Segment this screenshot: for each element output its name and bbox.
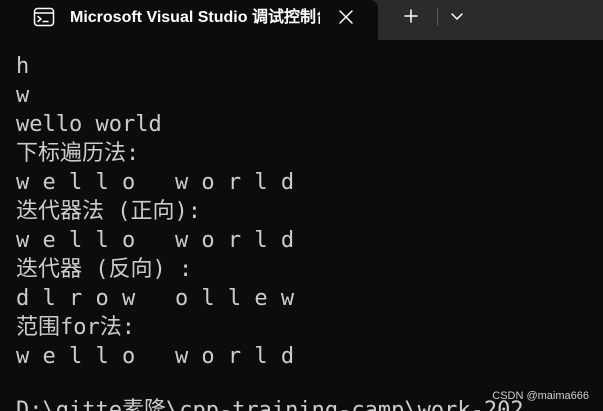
console-line: 范围for法:	[16, 315, 135, 340]
title-bar: Microsoft Visual Studio 调试控制台	[0, 0, 603, 40]
console-line: d l r o w o l l e w	[16, 286, 295, 311]
active-tab[interactable]: Microsoft Visual Studio 调试控制台	[0, 0, 378, 40]
tab-title: Microsoft Visual Studio 调试控制台	[70, 9, 320, 26]
console-line: w e l l o w o r l d	[16, 170, 295, 195]
console-output[interactable]: h w wello world 下标遍历法: w e l l o w o r l…	[0, 40, 603, 411]
tab-divider	[437, 8, 438, 26]
close-icon[interactable]	[334, 5, 358, 29]
console-line: w e l l o w o r l d	[16, 344, 295, 369]
chevron-down-icon[interactable]	[444, 3, 470, 29]
plus-icon[interactable]	[398, 3, 424, 29]
watermark: CSDN @maima666	[492, 390, 589, 402]
terminal-window-icon	[33, 7, 55, 27]
console-line: 下标遍历法:	[16, 141, 140, 166]
console-line: w	[16, 83, 30, 108]
console-line: 迭代器 (反向) :	[16, 257, 193, 282]
console-line: 迭代器法 (正向):	[16, 199, 201, 224]
console-line: h	[16, 54, 30, 79]
console-line: w e l l o w o r l d	[16, 228, 295, 253]
console-prompt-line: D:\gitte素隆\cpp-training-camp\work-202	[16, 398, 524, 411]
console-line: wello world	[16, 112, 162, 137]
